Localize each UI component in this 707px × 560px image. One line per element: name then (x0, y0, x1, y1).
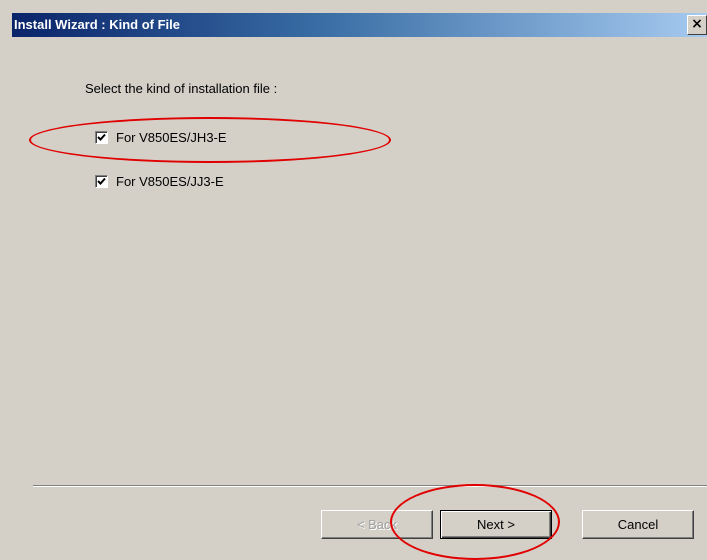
cancel-button[interactable]: Cancel (582, 510, 694, 539)
dialog-body: Select the kind of installation file : F… (12, 37, 707, 560)
title-bar[interactable]: Install Wizard : Kind of File × (12, 13, 707, 37)
prompt-text: Select the kind of installation file : (85, 81, 278, 96)
back-button[interactable]: < Back (321, 510, 433, 539)
checkbox-jj3e[interactable] (95, 174, 108, 188)
install-wizard-dialog: Install Wizard : Kind of File × Select t… (0, 0, 707, 560)
checkbox-jh3e[interactable] (95, 130, 108, 144)
close-button[interactable]: × (687, 15, 707, 35)
option-jh3e[interactable]: For V850ES/JH3-E (95, 129, 227, 145)
checkmark-icon (97, 177, 106, 185)
option-jj3e[interactable]: For V850ES/JJ3-E (95, 173, 224, 189)
next-button[interactable]: Next > (440, 510, 552, 539)
checkmark-icon (97, 133, 106, 141)
footer-separator (33, 485, 707, 487)
option-label: For V850ES/JJ3-E (116, 173, 224, 189)
close-icon: × (691, 16, 703, 32)
option-label: For V850ES/JH3-E (116, 129, 227, 145)
window-title: Install Wizard : Kind of File (14, 17, 180, 32)
